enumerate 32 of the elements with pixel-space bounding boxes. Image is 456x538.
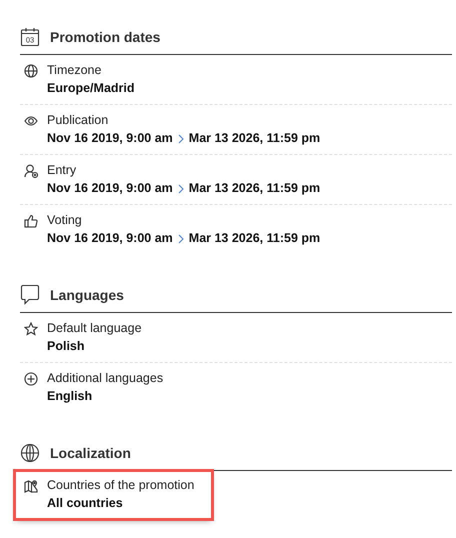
start-date: Nov 16 2019, 9:00 am (47, 181, 173, 196)
end-date: Mar 13 2026, 11:59 pm (188, 131, 320, 146)
field-label: Timezone (47, 63, 102, 78)
user-add-icon (24, 164, 38, 178)
start-date: Nov 16 2019, 9:00 am (47, 231, 173, 246)
field-value: Polish (47, 339, 85, 354)
chevron-right-icon (178, 234, 184, 244)
globe-icon (20, 443, 40, 463)
star-icon (24, 322, 38, 336)
start-date: Nov 16 2019, 9:00 am (47, 131, 173, 146)
speech-bubble-icon (20, 284, 40, 306)
thumbs-up-icon (24, 214, 38, 228)
field-label: Entry (47, 163, 78, 178)
field-label: Publication (47, 113, 110, 128)
chevron-right-icon (178, 134, 184, 144)
field-value: Europe/Madrid (47, 81, 135, 96)
field-label: Default language (47, 321, 142, 336)
section-title: Promotion dates (50, 29, 160, 45)
eye-icon (24, 114, 38, 128)
chevron-right-icon (178, 184, 184, 194)
plus-circle-icon (24, 372, 38, 386)
end-date: Mar 13 2026, 11:59 pm (188, 231, 320, 246)
field-label: Voting (47, 213, 83, 228)
section-title: Localization (50, 445, 131, 461)
field-label: Countries of the promotion (47, 478, 194, 493)
section-title: Languages (50, 287, 124, 303)
field-value: All countries (47, 496, 123, 511)
end-date: Mar 13 2026, 11:59 pm (188, 181, 320, 196)
field-label: Additional languages (47, 371, 164, 386)
globe-icon (24, 64, 38, 78)
field-value: English (47, 389, 92, 404)
map-pin-icon (24, 479, 38, 493)
